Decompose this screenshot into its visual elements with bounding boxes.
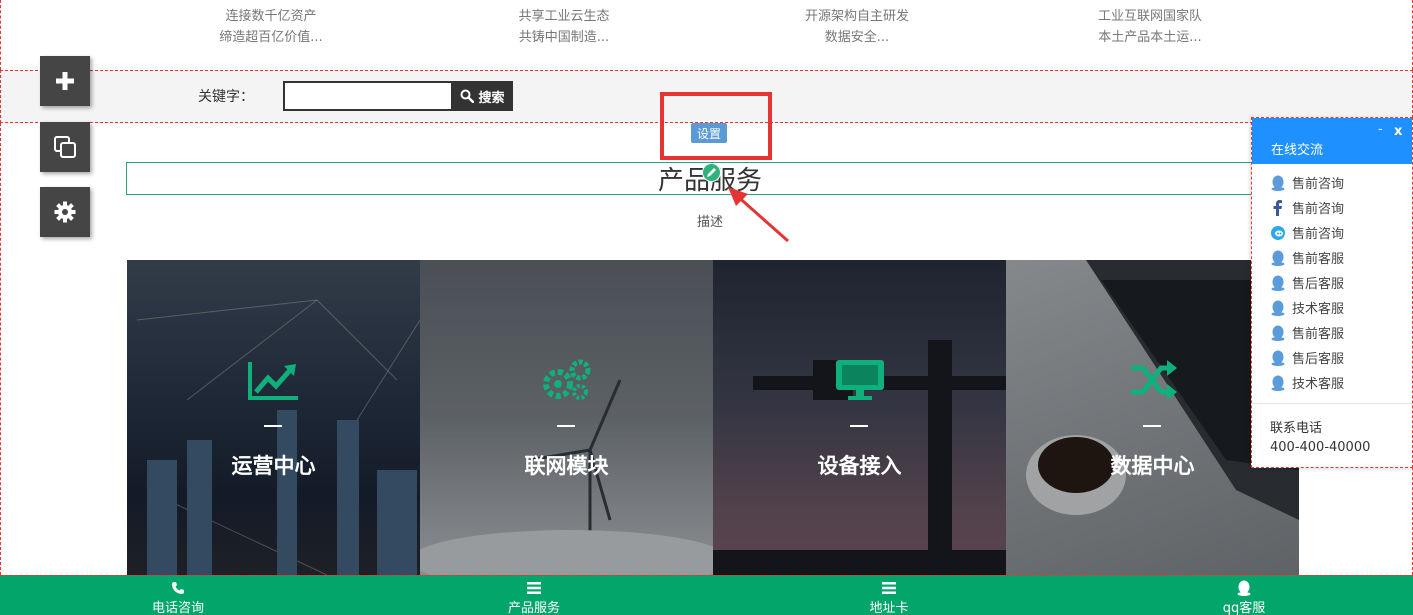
- card-overlay: [127, 260, 420, 575]
- bottom-nav-bar: 电话咨询 产品服务 地址卡 qq客服: [0, 575, 1413, 615]
- card-label: 联网模块: [524, 454, 609, 478]
- address-card-button[interactable]: 地址卡: [829, 579, 949, 615]
- chat-contact-label: 售后客服: [1292, 352, 1345, 367]
- chat-contact-list: 售前咨询 售前咨询 售前咨询 售前客服 售后客服 技术客服 售前客服 售后客服 …: [1252, 170, 1412, 395]
- feature-title: 连接数千亿资产: [225, 9, 317, 24]
- gear-icon: [54, 201, 76, 223]
- qq-icon: [1270, 350, 1286, 366]
- features-strip: 连接数千亿资产 缔造超百亿价值... 共享工业云生态 共铸中国制造... 开源架…: [0, 0, 1413, 70]
- pencil-icon: [707, 168, 716, 177]
- feature-title: 共享工业云生态: [518, 9, 610, 24]
- qq-icon: [1270, 250, 1286, 266]
- chat-contact[interactable]: 技术客服: [1252, 295, 1412, 320]
- add-button[interactable]: [40, 56, 90, 106]
- bottom-nav-label: 地址卡: [869, 601, 909, 615]
- chat-contact[interactable]: 售前咨询: [1252, 220, 1412, 245]
- qq-icon: [1270, 300, 1286, 316]
- plus-icon: [56, 72, 74, 90]
- search-button-label: 搜索: [478, 90, 505, 106]
- phone-icon: [118, 579, 238, 597]
- feature-item[interactable]: 工业互联网国家队 本土产品本土运...: [1000, 6, 1300, 48]
- card-divider: [557, 425, 575, 427]
- search-button[interactable]: 搜索: [452, 81, 513, 111]
- bottom-nav-label: 电话咨询: [151, 601, 204, 615]
- edit-badge[interactable]: [702, 163, 721, 182]
- card-overlay: [713, 260, 1006, 575]
- menu-icon: [474, 579, 594, 597]
- chart-line-icon: [127, 358, 420, 406]
- chat-contact-label: 售前客服: [1292, 252, 1345, 267]
- settings-button[interactable]: [40, 187, 90, 237]
- copy-icon: [54, 136, 76, 158]
- chat-contact-label: 技术客服: [1292, 377, 1345, 392]
- qq-icon: [1270, 275, 1286, 291]
- card-overlay: [420, 260, 713, 575]
- card-network-module[interactable]: 联网模块: [420, 260, 713, 575]
- highlight-box: [660, 92, 772, 160]
- chat-contact[interactable]: 售后客服: [1252, 345, 1412, 370]
- chat-contact-label: 售前咨询: [1292, 227, 1345, 242]
- phone-number[interactable]: 400-400-40000: [1270, 440, 1370, 455]
- online-chat-panel: 在线交流 - x 售前咨询 售前咨询 售前咨询 售前客服 售后客服 技术客服 售…: [1251, 117, 1413, 468]
- chat-divider: [1252, 403, 1412, 404]
- chat-minimize-button[interactable]: -: [1378, 122, 1383, 137]
- feature-item[interactable]: 共享工业云生态 共铸中国制造...: [414, 6, 714, 48]
- qq-icon: [1270, 325, 1286, 341]
- card-operations-center[interactable]: 运营中心: [127, 260, 420, 575]
- bottom-nav-label: qq客服: [1222, 601, 1266, 615]
- chat-contact[interactable]: 售后客服: [1252, 270, 1412, 295]
- phone-label: 联系电话: [1270, 421, 1323, 436]
- card-divider: [1143, 425, 1161, 427]
- feature-subtitle: 本土产品本土运...: [1098, 30, 1202, 45]
- feature-item[interactable]: 开源架构自主研发 数据安全...: [707, 6, 1007, 48]
- card-divider: [264, 425, 282, 427]
- chat-contact[interactable]: 售前客服: [1252, 245, 1412, 270]
- chat-contact-label: 售前咨询: [1292, 202, 1345, 217]
- bottom-nav-label: 产品服务: [507, 601, 560, 615]
- chat-contact-label: 售前咨询: [1292, 177, 1345, 192]
- chat-contact[interactable]: 售前咨询: [1252, 195, 1412, 220]
- feature-title: 开源架构自主研发: [804, 9, 909, 24]
- card-label: 设备接入: [817, 454, 902, 478]
- chat-contact-label: 售后客服: [1292, 277, 1345, 292]
- feature-subtitle: 缔造超百亿价值...: [219, 30, 323, 45]
- card-device-access[interactable]: 设备接入: [713, 260, 1006, 575]
- facebook-icon: [1270, 199, 1286, 216]
- product-service-button[interactable]: 产品服务: [474, 579, 594, 615]
- chat-title: 在线交流: [1271, 143, 1324, 158]
- card-label: 运营中心: [231, 454, 316, 478]
- search-input[interactable]: [283, 81, 453, 111]
- chat-contact[interactable]: 技术客服: [1252, 370, 1412, 395]
- search-icon: [460, 89, 475, 103]
- menu-icon: [829, 579, 949, 597]
- chat-contact-label: 技术客服: [1292, 302, 1345, 317]
- qq-icon: [1184, 579, 1304, 597]
- chat-contact[interactable]: 售前客服: [1252, 320, 1412, 345]
- chat-header: 在线交流 - x: [1252, 118, 1412, 164]
- monitor-icon: [713, 358, 1006, 406]
- gears-icon: [420, 358, 713, 406]
- wangwang-icon: [1270, 225, 1286, 241]
- qq-icon: [1270, 175, 1286, 191]
- copy-button[interactable]: [40, 122, 90, 172]
- keyword-label: 关键字：: [198, 89, 254, 105]
- feature-item[interactable]: 连接数千亿资产 缔造超百亿价值...: [121, 6, 421, 48]
- qq-icon: [1270, 375, 1286, 391]
- feature-subtitle: 数据安全...: [824, 30, 890, 45]
- feature-subtitle: 共铸中国制造...: [518, 30, 610, 45]
- annotation-arrow: [728, 187, 789, 243]
- page: 连接数千亿资产 缔造超百亿价值... 共享工业云生态 共铸中国制造... 开源架…: [0, 0, 1413, 615]
- chat-contact[interactable]: 售前咨询: [1252, 170, 1412, 195]
- qq-service-button[interactable]: qq客服: [1184, 579, 1304, 615]
- feature-title: 工业互联网国家队: [1097, 9, 1202, 24]
- chat-contact-label: 售前客服: [1292, 327, 1345, 342]
- chat-close-button[interactable]: x: [1394, 124, 1402, 139]
- card-divider: [850, 425, 868, 427]
- phone-consult-button[interactable]: 电话咨询: [118, 579, 238, 615]
